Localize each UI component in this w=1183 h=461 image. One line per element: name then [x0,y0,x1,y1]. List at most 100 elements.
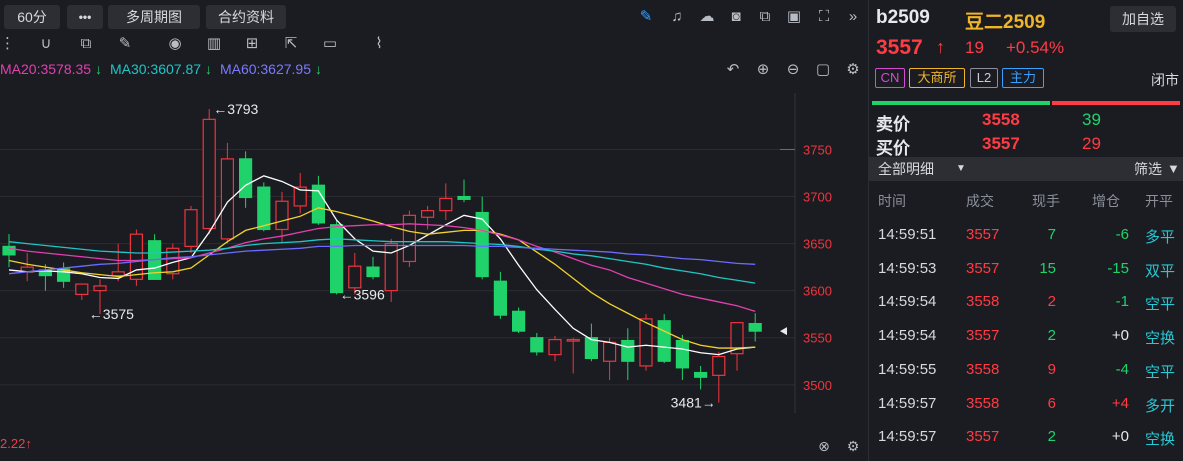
row-volume: 2 [1047,327,1056,344]
candle-body [184,209,198,248]
ask-price: 3558 [982,110,1020,129]
period-select[interactable]: 60分 [4,5,60,29]
y-tick-label: 3650 [803,237,832,252]
fit-icon[interactable]: ▢ [814,61,832,79]
candle-body [366,266,380,278]
col-type: 开平 [1145,193,1173,209]
price-change: 19 [965,38,984,57]
table-row: 14:59:57 3557 2 +0 空换 [869,428,1183,461]
detail-header-bar: 全部明细 ▼ 筛选 ▼ [869,157,1183,181]
row-oi: +0 [1111,428,1129,445]
ma30-label: MA30:3607.87 [109,61,202,77]
row-time: 14:59:51 [878,226,937,243]
y-tick-label: 3500 [803,378,832,393]
bell-icon[interactable]: ♫ [668,8,686,26]
zoom-in-icon[interactable]: ⊕ [754,61,772,79]
candle-body [93,285,107,292]
candle-body [548,338,562,356]
draw-pen-icon[interactable]: ✎ [637,8,655,26]
tag-main-contract: 主力 [1002,68,1044,88]
row-type: 空换 [1145,330,1176,347]
eye-icon[interactable]: ◉ [166,35,184,53]
camera-icon[interactable]: ◙ [727,8,745,26]
row-type: 双平 [1145,263,1176,280]
fullscreen-icon[interactable]: ⛶ [815,8,833,26]
ma60-label: MA60:3627.95 [219,61,312,77]
detail-select[interactable]: 全部明细 [878,157,934,181]
current-price-marker [780,327,787,336]
ruler-icon[interactable]: ⌇ [370,35,388,53]
bid-label: 买价 [876,139,910,158]
layers-icon[interactable]: ⧉ [77,35,95,53]
trash-icon[interactable]: ▥ [205,35,223,53]
candle-body [457,195,471,200]
price-annotation: ←3575 [89,306,134,322]
bid-row: 买价 3557 29 [869,134,1183,158]
price-change-pct: +0.54% [1006,38,1065,57]
bid-volume: 29 [1082,134,1101,153]
price-up-icon: ↑ [936,37,945,57]
ask-volume: 39 [1082,110,1101,129]
candle-body [493,280,507,316]
add-watchlist-button[interactable]: 加自选 [1110,6,1176,32]
row-price: 3558 [966,293,1000,310]
cloud-icon[interactable]: ☁ [698,8,716,26]
last-price: 3557 [876,36,923,59]
zoom-out-icon[interactable]: ⊖ [784,61,802,79]
bid-price: 3557 [982,134,1020,153]
ma30-down-icon: ↓ [205,61,213,77]
candle-body [602,341,617,362]
ask-row: 卖价 3558 39 [869,110,1183,134]
candle-body [257,186,271,231]
symbol-name: 豆二2509 [965,12,1046,33]
caret-down-icon[interactable]: ▼ [956,157,966,181]
contract-info-button[interactable]: 合约资料 [206,5,286,29]
y-tick-label: 3600 [803,284,832,299]
kline-chart[interactable]: 3750 3700 3650 3600 3550 3500 ←3793 ←3575 ←3596 3… [0,83,868,423]
undo-icon[interactable]: ↶ [724,61,742,79]
collapse-icon[interactable]: » [844,8,862,26]
row-time: 14:59:54 [878,327,937,344]
filter-button[interactable]: 筛选 [1134,157,1162,181]
row-price: 3558 [966,395,1000,412]
grid-icon[interactable]: ⊞ [243,35,261,53]
scroll-left-icon[interactable]: ⋮ [0,35,15,53]
candle-body [712,355,726,376]
candle-body [621,339,635,362]
tag-exchange: 大商所 [909,68,965,88]
col-time: 时间 [878,193,906,209]
row-volume: 15 [1039,260,1056,277]
row-time: 14:59:54 [878,293,937,310]
price-annotation: 3481→ [671,395,716,411]
tag-cn: CN [875,68,905,88]
export-icon[interactable]: ⇱ [282,35,300,53]
tag-level2: L2 [970,68,998,88]
row-oi: +0 [1111,327,1129,344]
candle-body [330,224,344,294]
candle-body [693,371,708,378]
row-oi: +4 [1111,395,1129,412]
multi-period-button[interactable]: 多周期图 [108,5,200,29]
indicator-value: 2.22↑ [0,436,32,451]
magnet-icon[interactable]: ∪ [37,35,55,53]
monitor-icon[interactable]: ▣ [785,8,803,26]
funnel-icon[interactable]: ▼ [1167,157,1180,181]
settings-icon[interactable]: ⚙ [844,61,862,79]
row-time: 14:59:53 [878,260,937,277]
copy-icon[interactable]: ⧉ [756,8,774,26]
indicator-settings-icon[interactable]: ⚙ [844,437,862,455]
close-indicator-icon[interactable]: ⊗ [815,437,833,455]
price-annotation: ←3596 [340,286,385,302]
comment-icon[interactable]: ▭ [321,35,339,53]
row-volume: 2 [1047,428,1056,445]
candle-body [657,320,671,362]
col-price: 成交 [966,193,994,209]
row-price: 3558 [966,361,1000,378]
pencil-icon[interactable]: ✎ [116,35,134,53]
candle-body [239,158,253,199]
row-type: 空平 [1145,364,1176,381]
more-button[interactable]: ••• [67,5,103,29]
price-annotation: ←3793 [213,101,258,117]
row-type: 多平 [1145,229,1176,246]
y-tick-label: 3750 [803,142,832,157]
